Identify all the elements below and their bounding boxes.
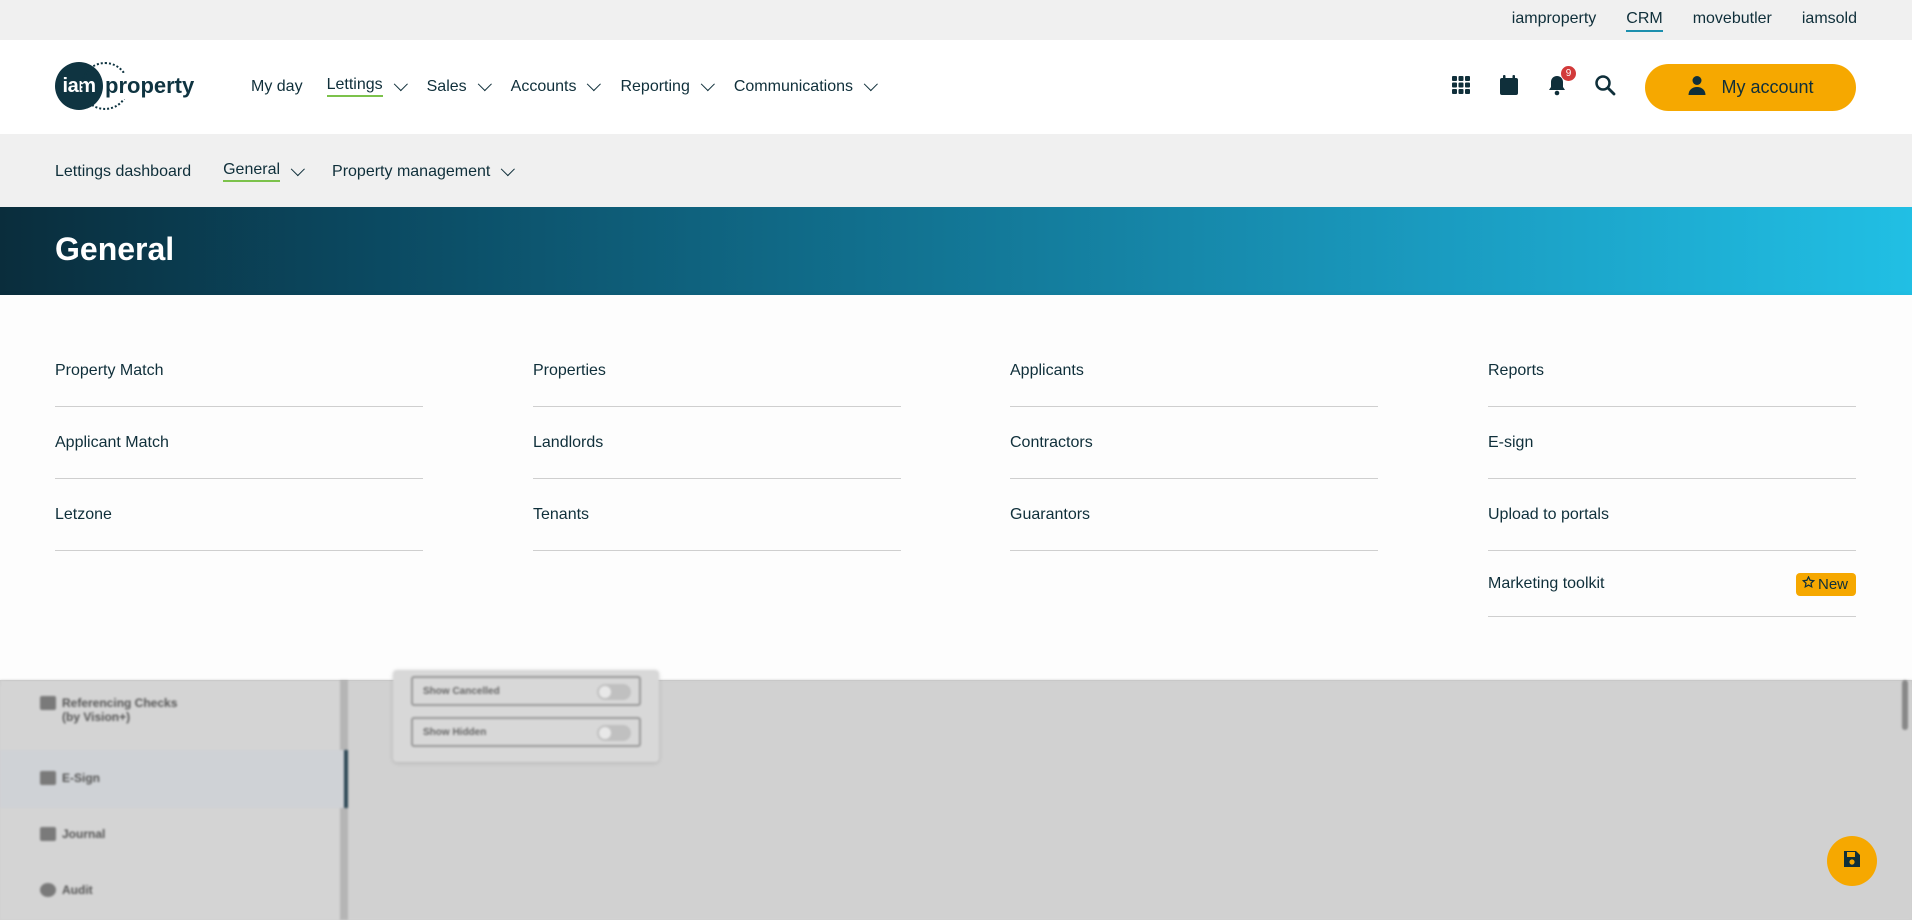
toggle-show-hidden[interactable]: Show Hidden (411, 717, 641, 747)
topbar-link-crm[interactable]: CRM (1626, 10, 1663, 32)
save-button[interactable] (1827, 836, 1877, 886)
nav-item-reporting[interactable]: Reporting (620, 76, 715, 97)
sidebar-item-journal[interactable]: Journal (40, 827, 105, 841)
topbar-link-iamsold[interactable]: iamsold (1802, 10, 1857, 32)
page-title: General (55, 231, 175, 267)
nav-item-communications[interactable]: Communications (733, 76, 878, 97)
topbar-link-iamproperty[interactable]: iamproperty (1512, 10, 1596, 32)
menu-item-tenants[interactable]: Tenants (533, 479, 901, 551)
toggle-label: Show Cancelled (423, 685, 500, 697)
nav-item-label: Communications (733, 77, 853, 95)
section-banner: General (0, 207, 1912, 295)
nav-item-my-day[interactable]: My day (251, 76, 303, 97)
nav-item-label: Sales (426, 77, 467, 95)
nav-item-label: Reporting (620, 77, 690, 95)
mega-menu: Property Match Applicant Match Letzone P… (0, 295, 1912, 680)
mega-column-1: Property Match Applicant Match Letzone (55, 335, 423, 551)
sidebar-item-e-sign[interactable]: E-Sign (40, 771, 100, 785)
check-circle-icon (40, 883, 56, 897)
subnav-item-general[interactable]: General (223, 161, 305, 182)
mega-column-2: Properties Landlords Tenants (533, 335, 901, 551)
nav-item-label: Lettings (326, 76, 383, 97)
nav-item-label: Accounts (510, 77, 577, 95)
main-nav: My day Lettings Sales Accounts Reporting… (251, 76, 897, 97)
menu-item-label: Marketing toolkit (1488, 574, 1605, 592)
chevron-down-icon (477, 76, 492, 91)
apps-grid-icon[interactable] (1450, 74, 1472, 96)
chevron-down-icon (501, 161, 516, 176)
nav-item-accounts[interactable]: Accounts (510, 76, 602, 97)
menu-item-contractors[interactable]: Contractors (1010, 407, 1378, 479)
sidebar-item-label: E-Sign (62, 771, 100, 785)
subnav-item-property-management[interactable]: Property management (332, 161, 516, 182)
subnav-item-label: General (223, 161, 281, 182)
bell-icon[interactable]: 9 (1546, 66, 1576, 96)
nav-item-lettings[interactable]: Lettings (326, 76, 408, 97)
sidebar-item-label: Journal (62, 827, 106, 841)
toggle-label: Show Hidden (423, 726, 487, 738)
background-content: Referencing Checks (by Vision+) E-Sign J… (0, 670, 1912, 920)
menu-item-property-match[interactable]: Property Match (55, 335, 423, 407)
menu-item-applicant-match[interactable]: Applicant Match (55, 407, 423, 479)
sidebar-item-audit[interactable]: Audit (40, 883, 93, 897)
menu-item-e-sign[interactable]: E-sign (1488, 407, 1856, 479)
sparkle-icon (1801, 575, 1816, 593)
toggle-switch[interactable] (597, 725, 631, 741)
calendar-icon[interactable] (1498, 74, 1520, 96)
filter-card: Show Cancelled Show Hidden (393, 670, 659, 762)
header-icons: 9 (1450, 66, 1616, 96)
page-scrollbar[interactable] (1902, 680, 1908, 730)
sidebar-item-referencing-checks[interactable]: Referencing Checks (by Vision+) (40, 696, 192, 724)
utility-bar: iamproperty CRM movebutler iamsold (0, 0, 1912, 40)
search-icon[interactable] (1594, 74, 1616, 96)
save-icon (1842, 849, 1862, 874)
sidebar-item-label: Audit (62, 883, 93, 897)
chevron-down-icon (393, 76, 408, 91)
menu-item-reports[interactable]: Reports (1488, 335, 1856, 407)
toggle-switch[interactable] (597, 684, 631, 700)
sub-nav: Lettings dashboard General Property mana… (0, 134, 1912, 207)
new-badge-label: New (1817, 576, 1848, 593)
chevron-down-icon (290, 161, 305, 176)
chevron-down-icon (587, 76, 602, 91)
nav-item-label: My day (251, 77, 303, 95)
mega-column-4: Reports E-sign Upload to portals Marketi… (1488, 335, 1856, 617)
journal-icon (40, 827, 56, 841)
new-badge: New (1795, 573, 1856, 596)
menu-item-applicants[interactable]: Applicants (1010, 335, 1378, 407)
menu-item-upload-to-portals[interactable]: Upload to portals (1488, 479, 1856, 551)
my-account-button[interactable]: My account (1645, 64, 1856, 111)
sidebar-item-label: Referencing Checks (by Vision+) (62, 696, 178, 724)
menu-item-landlords[interactable]: Landlords (533, 407, 901, 479)
user-icon (1687, 75, 1707, 100)
topbar-link-movebutler[interactable]: movebutler (1693, 10, 1772, 32)
subnav-item-label: Property management (332, 162, 491, 180)
chevron-down-icon (700, 76, 715, 91)
subnav-item-label: Lettings dashboard (55, 162, 192, 180)
toggle-show-cancelled[interactable]: Show Cancelled (411, 676, 641, 706)
pen-icon (40, 771, 56, 785)
menu-item-letzone[interactable]: Letzone (55, 479, 423, 551)
my-account-label: My account (1721, 77, 1814, 97)
notification-badge: 9 (1561, 66, 1576, 81)
menu-item-marketing-toolkit[interactable]: Marketing toolkit New (1488, 551, 1856, 617)
menu-item-guarantors[interactable]: Guarantors (1010, 479, 1378, 551)
chevron-down-icon (863, 76, 878, 91)
logo[interactable]: iam property (55, 62, 197, 110)
mega-column-3: Applicants Contractors Guarantors (1010, 335, 1378, 551)
nav-item-sales[interactable]: Sales (426, 76, 492, 97)
menu-item-properties[interactable]: Properties (533, 335, 901, 407)
subnav-item-lettings-dashboard[interactable]: Lettings dashboard (55, 161, 191, 182)
logo-word: property (103, 73, 197, 99)
document-icon (40, 696, 56, 710)
main-header: iam property My day Lettings Sales Accou… (0, 40, 1912, 134)
sidebar: Referencing Checks (by Vision+) E-Sign J… (0, 680, 348, 920)
